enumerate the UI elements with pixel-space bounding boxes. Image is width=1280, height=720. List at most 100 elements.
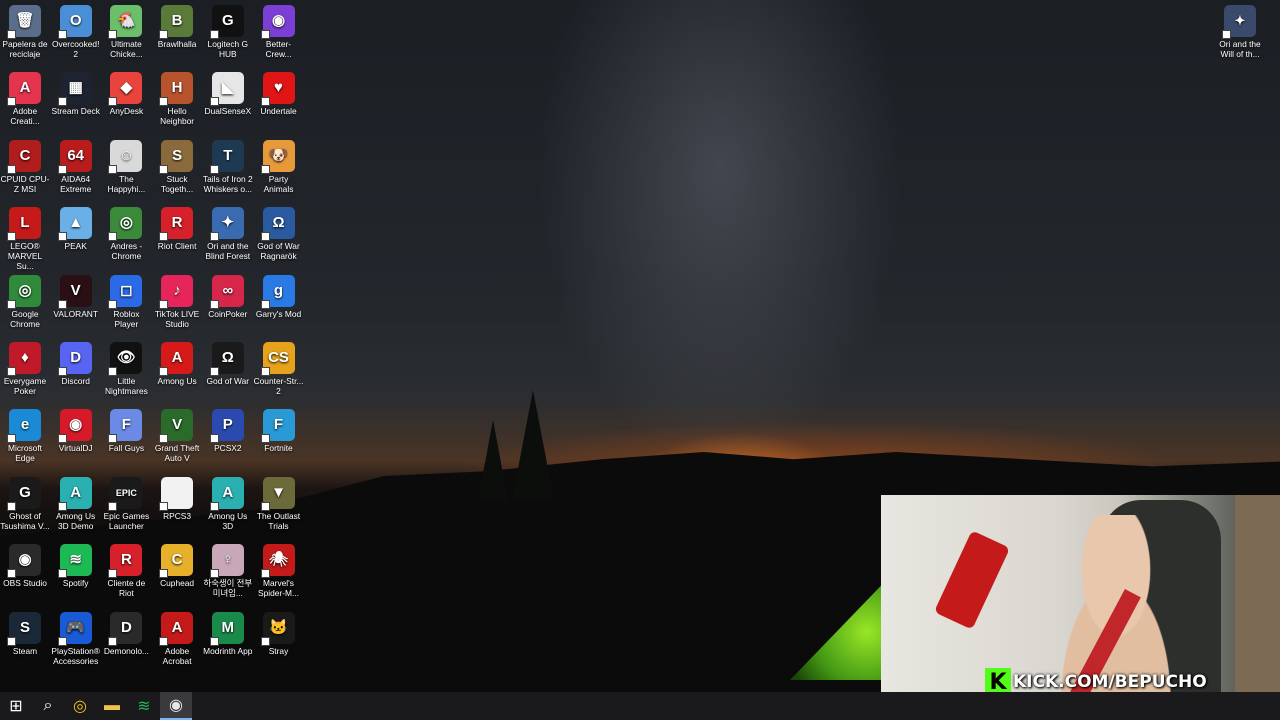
spotify-icon: ≋: [137, 698, 151, 715]
desktop-icon[interactable]: S Stuck Togeth...: [152, 137, 202, 201]
taskbar-file-explorer-button[interactable]: ▬: [96, 692, 128, 720]
app-icon: 🐱: [260, 611, 295, 646]
desktop-icon[interactable]: RPCS3: [152, 474, 202, 538]
desktop-icon[interactable]: A Among Us: [152, 339, 202, 403]
desktop-icon[interactable]: ∞ CoinPoker: [203, 272, 253, 336]
desktop-icon[interactable]: 👁 Little Nightmares: [101, 339, 151, 403]
desktop-icon[interactable]: ▦ Stream Deck: [51, 69, 101, 133]
desktop-icon[interactable]: CS Counter-Str... 2: [254, 339, 304, 403]
desktop-icon[interactable]: ◉ Better-Crew...: [254, 2, 304, 66]
desktop-icon[interactable]: 🐶 Party Animals: [254, 137, 304, 201]
desktop-icon[interactable]: A Among Us 3D Demo: [51, 474, 101, 538]
app-icon: ♀: [209, 544, 244, 579]
desktop-icon[interactable]: A Adobe Acrobat: [152, 609, 202, 673]
desktop-icon-label: Spotify: [62, 578, 89, 589]
desktop-icon[interactable]: D Discord: [51, 339, 101, 403]
desktop-icon-label: AIDA64 Extreme: [60, 173, 92, 194]
desktop-icon[interactable]: EPIC Epic Games Launcher: [101, 474, 151, 538]
desktop-icon[interactable]: R Riot Client: [152, 204, 202, 268]
desktop-icon[interactable]: ☺ The Happyhi...: [101, 137, 151, 201]
desktop-icon-label: Among Us 3D: [208, 510, 248, 531]
desktop-icon[interactable]: ▼ The Outlast Trials: [254, 474, 304, 538]
desktop-icon-label: Fall Guys: [108, 443, 145, 454]
desktop-icon-label: Overcooked! 2: [51, 39, 100, 59]
desktop-icon[interactable]: ♦ Everygame Poker: [0, 339, 50, 403]
desktop-icon[interactable]: V Grand Theft Auto V: [152, 406, 202, 470]
desktop-icon[interactable]: C CPUID CPU-Z MSI: [0, 137, 50, 201]
app-icon: ◎: [7, 274, 41, 309]
app-icon: ▦: [57, 72, 92, 107]
app-icon: H: [159, 72, 194, 107]
desktop-icon[interactable]: 🗑 Papelera de reciclaje: [0, 2, 50, 66]
desktop-icon-label: The Happyhi...: [107, 173, 146, 194]
desktop-icon[interactable]: T Tails of Iron 2 Whiskers o...: [203, 137, 253, 201]
desktop-icon[interactable]: F Fall Guys: [101, 406, 151, 470]
desktop-icon-label: Stray: [268, 645, 289, 656]
desktop-icon[interactable]: V VALORANT: [51, 272, 101, 336]
desktop-icon-label: Garry's Mod: [255, 308, 302, 319]
app-icon: ◣: [209, 72, 244, 107]
desktop-icon[interactable]: e Microsoft Edge: [0, 406, 50, 470]
app-icon: R: [108, 544, 143, 579]
taskbar-start-button[interactable]: ⊞: [0, 692, 32, 720]
desktop-icon[interactable]: A Among Us 3D: [203, 474, 253, 538]
desktop-icon[interactable]: ✦ Ori and the Blind Forest: [203, 204, 253, 268]
desktop-icon[interactable]: D Demonolo...: [101, 609, 151, 673]
desktop-icon[interactable]: ◉ OBS Studio: [0, 541, 50, 605]
desktop-icon-label: Riot Client: [157, 241, 197, 252]
desktop-icon[interactable]: P PCSX2: [203, 406, 253, 470]
desktop-icon[interactable]: ♀ 하숙생이 전부 미녀임...: [203, 541, 253, 605]
app-icon: 🎮: [57, 611, 92, 646]
desktop-icon[interactable]: Ω God of War: [203, 339, 253, 403]
taskbar-chrome-button[interactable]: ◎: [64, 692, 96, 720]
desktop-icon[interactable]: 🎮 PlayStation® Accessories: [51, 609, 101, 673]
desktop-icon[interactable]: O Overcooked! 2: [51, 2, 101, 66]
desktop-icon[interactable]: ◎ Andres - Chrome: [101, 204, 151, 268]
app-icon: 👁: [108, 342, 143, 376]
app-icon: g: [260, 274, 295, 309]
desktop-icon[interactable]: H Hello Neighbor: [152, 69, 202, 133]
desktop-icon-label: Undertale: [260, 106, 297, 117]
desktop-icon[interactable]: ≋ Spotify: [51, 541, 101, 605]
desktop-icon-label: Google Chrome: [10, 308, 40, 329]
desktop-icon[interactable]: 🕷 Marvel's Spider-M...: [254, 541, 304, 605]
desktop-icon-label: Roblox Player: [113, 308, 140, 329]
desktop-icon-label: PEAK: [64, 241, 87, 252]
app-icon: Ω: [209, 342, 244, 376]
desktop-icon[interactable]: ◆ AnyDesk: [101, 69, 151, 133]
desktop-icon[interactable]: 🐱 Stray: [254, 609, 304, 673]
desktop-icon[interactable]: C Cuphead: [152, 541, 202, 605]
desktop-icon[interactable]: g Garry's Mod: [254, 272, 304, 336]
desktop-icon[interactable]: R Cliente de Riot: [101, 541, 151, 605]
desktop-icon[interactable]: ◉ VirtualDJ: [51, 406, 101, 470]
desktop-icon[interactable]: 🐔 Ultimate Chicke...: [101, 2, 151, 66]
desktop-icon[interactable]: G Logitech G HUB: [203, 2, 253, 66]
desktop-icon[interactable]: F Fortnite: [254, 406, 304, 470]
desktop-icon[interactable]: B Brawlhalla: [152, 2, 202, 66]
desktop-icon[interactable]: ◻ Roblox Player: [101, 272, 151, 336]
desktop-icon[interactable]: 64 AIDA64 Extreme: [51, 137, 101, 201]
desktop-icon-label: LEGO® MARVEL Su...: [7, 241, 43, 272]
taskbar-search-button[interactable]: ⌕: [32, 692, 64, 720]
desktop-icon[interactable]: ✦ Ori and the Will of th...: [1215, 2, 1265, 66]
desktop-icon[interactable]: M Modrinth App: [203, 609, 253, 673]
desktop-icon[interactable]: ◎ Google Chrome: [0, 272, 50, 336]
desktop-icon[interactable]: L LEGO® MARVEL Su...: [0, 204, 50, 272]
app-icon: 64: [57, 139, 92, 174]
desktop-icon[interactable]: S Steam: [0, 609, 50, 673]
desktop-icon-label: Tails of Iron 2 Whiskers o...: [202, 173, 253, 194]
desktop-icon[interactable]: ◣ DualSenseX: [203, 69, 253, 133]
desktop-icon-label: Ghost of Tsushima V...: [0, 510, 50, 531]
taskbar-obs-button[interactable]: ◉: [160, 692, 192, 720]
desktop-icon-label: Marvel's Spider-M...: [258, 578, 299, 599]
desktop-icon[interactable]: G Ghost of Tsushima V...: [0, 474, 50, 538]
app-icon: ♪: [159, 274, 194, 309]
desktop-icon-label: Epic Games Launcher: [103, 510, 150, 531]
desktop-icon[interactable]: ♥ Undertale: [254, 69, 304, 133]
desktop-icon[interactable]: Ω God of War Ragnarök: [254, 204, 304, 268]
desktop-icon-label: Demonolo...: [103, 645, 149, 656]
desktop-icon[interactable]: ▲ PEAK: [51, 204, 101, 268]
desktop-icon[interactable]: ♪ TikTok LIVE Studio: [152, 272, 202, 336]
taskbar-spotify-button[interactable]: ≋: [128, 692, 160, 720]
desktop-icon[interactable]: A Adobe Creati...: [0, 69, 50, 133]
